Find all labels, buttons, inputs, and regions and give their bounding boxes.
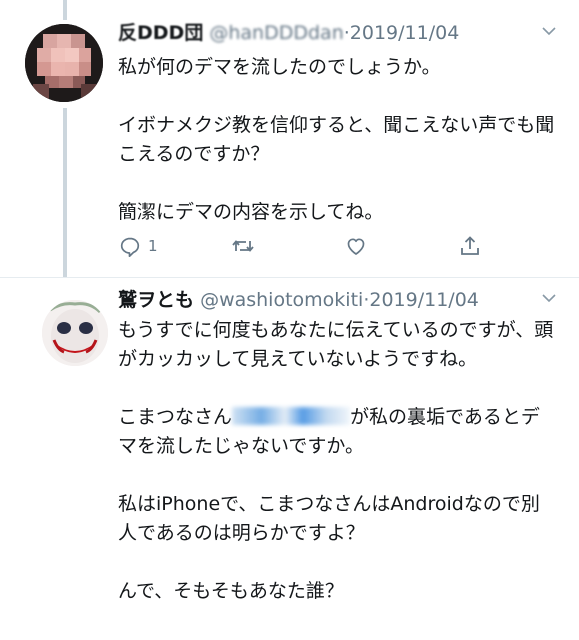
tweet-text: もうすでに何度もあなたに伝えているのですが、頭がカッカッして見えていないようです… [118,316,557,606]
reply-count: 1 [148,237,158,255]
share-icon [461,236,479,255]
handle[interactable]: @hanDDDdan [209,22,343,44]
tweet-text-part: が私の裏垢であるとデマを流したじゃないですか。 私はiPhoneで、こまつなさん… [118,406,540,602]
tweet-text: 私が何のデマを流したのでしょうか。 イボナメクジ教を信仰すると、聞こえない声でも… [118,56,555,223]
tweet-actions: 1 [118,232,488,260]
avatar-image [25,24,103,102]
timestamp[interactable]: 2019/11/04 [369,289,479,311]
share-button[interactable] [458,232,482,260]
reply-icon [120,237,140,258]
mention-link-redacted[interactable] [232,407,351,425]
retweet-icon [232,240,254,252]
retweet-button[interactable] [231,232,255,260]
chevron-down-icon[interactable] [541,293,557,303]
like-icon [347,238,365,255]
timestamp[interactable]: 2019/11/04 [350,22,460,44]
thread-connector [63,108,67,278]
handle[interactable]: @washiotomokiti [200,289,363,311]
tweet[interactable]: 鷲ヲとも @washiotomokiti·2019/11/04 もうすでに何度も… [0,278,579,640]
tweet-header: 反DDD団 @hanDDDdan·2019/11/04 [118,20,559,46]
chevron-down-icon[interactable] [541,26,557,36]
tweet[interactable]: 反DDD団 @hanDDDdan·2019/11/04 私が何のデマを流したので… [0,0,579,278]
like-button[interactable] [344,232,368,260]
avatar[interactable] [25,24,103,102]
tweet-header: 鷲ヲとも @washiotomokiti·2019/11/04 [118,287,559,313]
reply-button[interactable]: 1 [118,232,158,260]
avatar-image [42,300,108,366]
twitter-thread: 反DDD団 @hanDDDdan·2019/11/04 私が何のデマを流したので… [0,0,579,640]
display-name[interactable]: 鷲ヲとも [118,289,194,311]
avatar[interactable] [42,300,108,366]
display-name[interactable]: 反DDD団 [118,22,203,44]
